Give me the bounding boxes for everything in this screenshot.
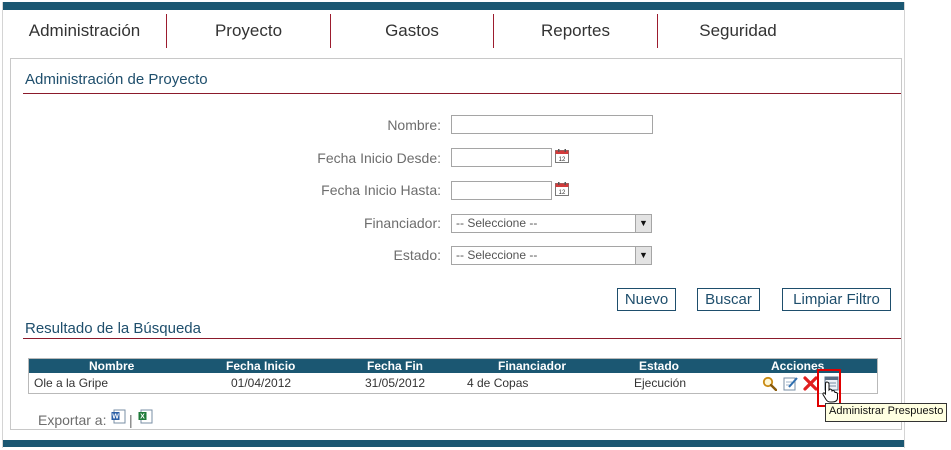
delete-icon[interactable] <box>803 376 818 391</box>
estado-label: Estado: <box>393 247 441 263</box>
export-word-icon[interactable]: W <box>111 409 126 424</box>
col-fecha-fin[interactable]: Fecha Fin <box>367 359 423 373</box>
financiador-select[interactable]: -- Seleccione -- ▼ <box>451 214 652 233</box>
page-title: Administración de Proyecto <box>25 71 208 88</box>
dropdown-arrow-icon[interactable]: ▼ <box>635 247 651 264</box>
financiador-selected: -- Seleccione -- <box>456 216 538 230</box>
financiador-label: Financiador: <box>363 215 441 231</box>
export-excel-icon[interactable]: X <box>138 409 153 424</box>
svg-text:X: X <box>140 414 145 421</box>
results-title: Resultado de la Búsqueda <box>25 320 201 337</box>
export-row: Exportar a: <box>38 412 106 428</box>
top-bar <box>3 2 904 10</box>
col-financiador[interactable]: Financiador <box>498 359 566 373</box>
title-divider <box>23 93 901 94</box>
nav-reportes[interactable]: Reportes <box>494 14 658 48</box>
table-row: Ole a la Gripe 01/04/2012 31/05/2012 4 d… <box>29 373 877 393</box>
nav-administracion[interactable]: Administración <box>3 14 167 48</box>
estado-select[interactable]: -- Seleccione -- ▼ <box>451 246 652 265</box>
results-divider <box>23 338 901 339</box>
nuevo-button[interactable]: Nuevo <box>617 288 676 311</box>
fecha-desde-input[interactable] <box>451 148 552 167</box>
page-frame: Administración Proyecto Gastos Reportes … <box>2 2 948 448</box>
edit-icon[interactable] <box>783 376 798 391</box>
col-nombre[interactable]: Nombre <box>89 359 134 373</box>
content-panel: Administración de Proyecto Nombre: Fecha… <box>10 58 902 430</box>
calendar-icon[interactable]: 12 <box>555 182 569 196</box>
svg-text:W: W <box>112 414 119 421</box>
bottom-bar <box>3 440 904 447</box>
nav-proyecto[interactable]: Proyecto <box>167 14 331 48</box>
col-fecha-inicio[interactable]: Fecha Inicio <box>226 359 295 373</box>
nav-seguridad[interactable]: Seguridad <box>658 14 818 48</box>
nombre-label: Nombre: <box>387 117 441 133</box>
limpiar-filtro-button[interactable]: Limpiar Filtro <box>782 288 891 311</box>
cell-estado: Ejecución <box>634 376 687 390</box>
fecha-hasta-input[interactable] <box>451 181 552 200</box>
nav-gastos[interactable]: Gastos <box>331 14 494 48</box>
results-table: Nombre Fecha Inicio Fecha Fin Financiado… <box>28 358 878 394</box>
fecha-hasta-label: Fecha Inicio Hasta: <box>321 182 441 198</box>
tooltip: Administrar Prespuesto <box>825 403 948 422</box>
fecha-desde-label: Fecha Inicio Desde: <box>317 150 441 166</box>
calendar-icon[interactable]: 12 <box>555 149 569 163</box>
cell-fecha-fin: 31/05/2012 <box>365 376 426 390</box>
dropdown-arrow-icon[interactable]: ▼ <box>635 215 651 232</box>
export-separator: | <box>129 412 133 428</box>
magnifier-icon[interactable] <box>762 376 777 391</box>
export-label: Exportar a: <box>38 412 107 428</box>
cell-fecha-inicio: 01/04/2012 <box>231 376 292 390</box>
table-header: Nombre Fecha Inicio Fecha Fin Financiado… <box>29 359 877 373</box>
hand-cursor-icon <box>822 381 838 403</box>
cell-financiador: 4 de Copas <box>467 376 529 390</box>
nombre-input[interactable] <box>451 115 653 134</box>
col-estado[interactable]: Estado <box>639 359 679 373</box>
cell-nombre: Ole a la Gripe <box>34 376 109 390</box>
estado-selected: -- Seleccione -- <box>456 248 538 262</box>
svg-text:12: 12 <box>559 190 566 196</box>
main-nav: Administración Proyecto Gastos Reportes … <box>3 14 904 48</box>
buscar-button[interactable]: Buscar <box>697 288 760 311</box>
svg-text:12: 12 <box>559 157 566 163</box>
